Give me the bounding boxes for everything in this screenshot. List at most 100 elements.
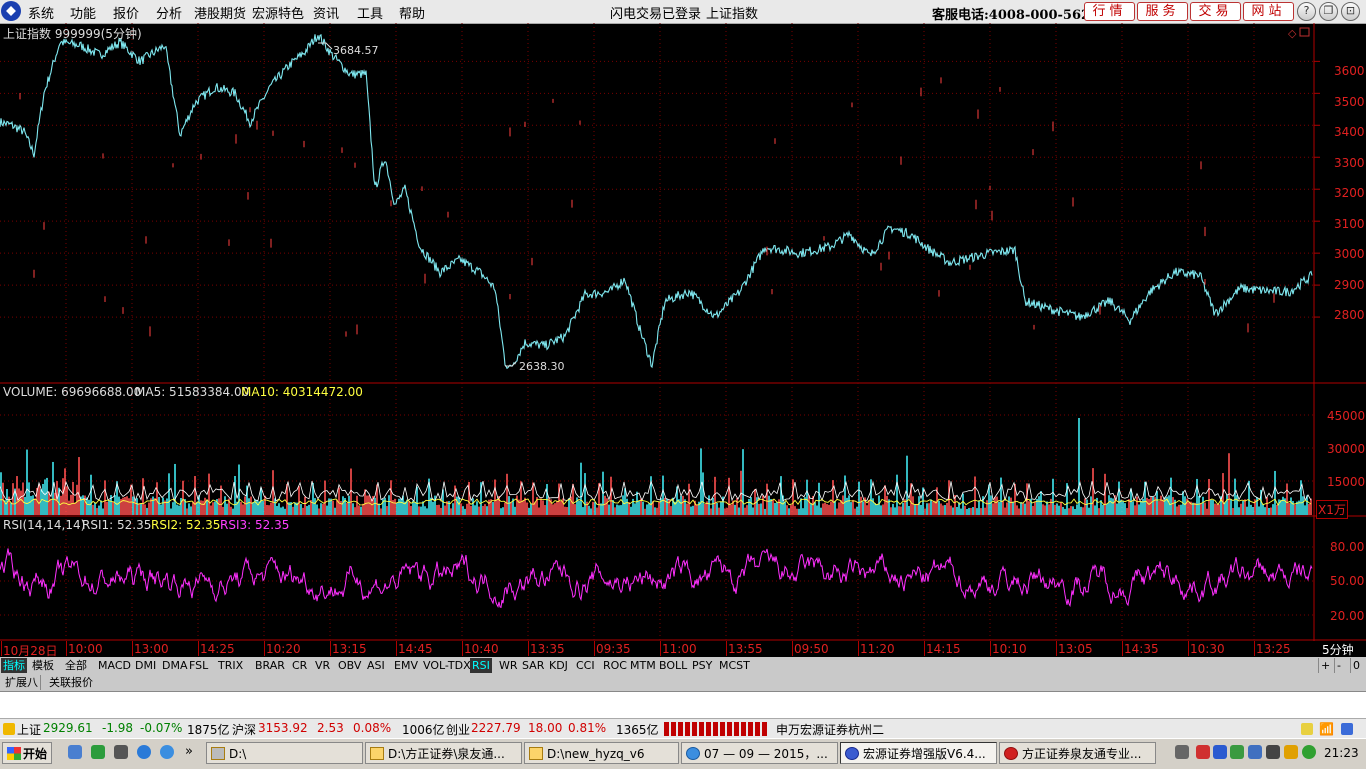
service-button[interactable]: 服务 [1137,2,1188,21]
login-status: 闪电交易已登录 [610,7,702,22]
tab-mcst[interactable]: MCST [717,658,752,673]
blank-area [0,692,1366,718]
trade-button[interactable]: 交易 [1190,2,1241,21]
tab-全部[interactable]: 全部 [63,658,89,673]
maximize-icon[interactable]: ⊡ [1341,2,1360,21]
tab-模板[interactable]: 模板 [30,658,56,673]
diamond-icon[interactable]: ◇ [1288,27,1297,40]
task-folder-hyzq[interactable]: D:\new_hyzq_v6 [524,742,679,764]
tray-network-icon[interactable] [1196,745,1210,759]
tab-fsl[interactable]: FSL [187,658,210,673]
time-tick-mark [1254,641,1255,656]
tab-related-quotes[interactable]: 关联报价 [47,675,95,690]
tab-brar[interactable]: BRAR [253,658,287,673]
period-label[interactable]: 5分钟 [1322,641,1354,658]
rsi-line-path [0,548,1313,609]
quicklaunch-qq-icon[interactable] [160,745,174,759]
tray-security-icon[interactable] [1230,745,1244,759]
more-chevron-icon[interactable]: » [185,744,193,759]
quicklaunch-browser-icon[interactable] [68,745,82,759]
tab-wr[interactable]: WR [497,658,520,673]
menu-analysis[interactable]: 分析 [156,3,182,22]
website-button[interactable]: 网站 [1243,2,1294,21]
tab-sar[interactable]: SAR [520,658,546,673]
quicklaunch-ie-icon[interactable] [91,745,105,759]
tab-macd[interactable]: MACD [96,658,133,673]
task-browser[interactable]: 07 — 09 — 2015，... [681,742,838,764]
tab-boll[interactable]: BOLL [657,658,689,673]
rsi-params-label: RSI(14,14,14) [3,518,86,532]
low-label: 2638.30 [519,360,565,373]
task-folder-fangzheng[interactable]: D:\方正证券\泉友通... [365,742,522,764]
menu-info[interactable]: 资讯 [313,3,339,22]
tab-roc[interactable]: ROC [601,658,629,673]
menu-tools[interactable]: 工具 [357,3,383,22]
tray-sound-icon[interactable] [1248,745,1262,759]
tray-shield-icon[interactable] [1213,745,1227,759]
ma5-label: MA5: 51583384.00 [135,385,250,399]
task-label: D:\方正证券\泉友通... [388,747,505,761]
market-breadth-meter [664,722,768,736]
menu-function[interactable]: 功能 [70,3,96,22]
quicklaunch-desktop-icon[interactable] [114,745,128,759]
y-tick-3300: 3300 [1334,156,1365,170]
tray-keyboard-icon[interactable] [1175,745,1189,759]
time-tick-label: 10:10 [992,642,1027,656]
tab-mtm[interactable]: MTM [628,658,658,673]
menu-system[interactable]: 系统 [28,3,54,22]
time-tick-label: 13:25 [1256,642,1291,656]
fangzheng-app-icon [1004,747,1018,760]
menu-help[interactable]: 帮助 [399,3,425,22]
tab-psy[interactable]: PSY [690,658,714,673]
tray-monitor-icon[interactable] [1266,745,1280,759]
time-tick-mark [1188,641,1189,656]
windows-taskbar: 开始 » D:\ D:\方正证券\泉友通... D:\new_hyzq_v6 0… [0,738,1366,769]
drive-icon [211,747,225,760]
tab-obv[interactable]: OBV [336,658,363,673]
tab-cci[interactable]: CCI [574,658,597,673]
folder-icon [529,747,543,760]
task-explorer-d[interactable]: D:\ [206,742,363,764]
time-tick-label: 10:40 [464,642,499,656]
hs-pct: 0.08% [353,721,392,735]
notify-icon[interactable] [1301,723,1313,735]
sh-pct: -0.07% [140,721,183,735]
tab-extension-8[interactable]: 扩展八 [3,675,41,690]
tab-rsi[interactable]: RSI [470,658,492,673]
start-button[interactable]: 开始 [2,742,52,764]
tab-emv[interactable]: EMV [392,658,420,673]
tab-cr[interactable]: CR [290,658,309,673]
tab-kdj[interactable]: KDJ [547,658,570,673]
task-hongyuan-app[interactable]: 宏源证券增强版V6.4... [840,742,997,764]
float-window-icon[interactable] [1299,27,1310,37]
tab-vol-tdx[interactable]: VOL-TDX [421,658,473,673]
tab-asi[interactable]: ASI [365,658,387,673]
ie-icon [686,747,700,760]
quicklaunch-ie2-icon[interactable] [137,745,151,759]
connection-icon[interactable] [1341,723,1353,735]
tray-app-icon[interactable] [1284,745,1298,759]
zoom-out-button[interactable]: - [1334,658,1343,673]
menu-quotes[interactable]: 报价 [113,3,139,22]
time-tick-mark [660,641,661,656]
zoom-reset-button[interactable]: 0 [1350,658,1362,673]
quotes-button[interactable]: 行情 [1084,2,1135,21]
time-tick-mark [264,641,265,656]
tab-指标[interactable]: 指标 [1,658,27,673]
chart-grid [0,23,1320,640]
start-label: 开始 [23,747,48,761]
tab-dma[interactable]: DMA [160,658,190,673]
chart-area[interactable]: ◇ [0,23,1366,657]
zoom-in-button[interactable]: + [1318,658,1332,673]
task-fangzheng-app[interactable]: 方正证券泉友通专业... [999,742,1156,764]
help-icon[interactable]: ? [1297,2,1316,21]
tab-vr[interactable]: VR [313,658,332,673]
menu-hk-futures[interactable]: 港股期货 [194,3,246,22]
tab-dmi[interactable]: DMI [133,658,158,673]
time-tick-mark [132,641,133,656]
tab-trix[interactable]: TRIX [216,658,245,673]
tray-update-icon[interactable] [1302,745,1316,759]
time-tick-label: 14:35 [1124,642,1159,656]
restore-icon[interactable]: ❐ [1319,2,1338,21]
menu-hongyuan-features[interactable]: 宏源特色 [252,3,304,22]
